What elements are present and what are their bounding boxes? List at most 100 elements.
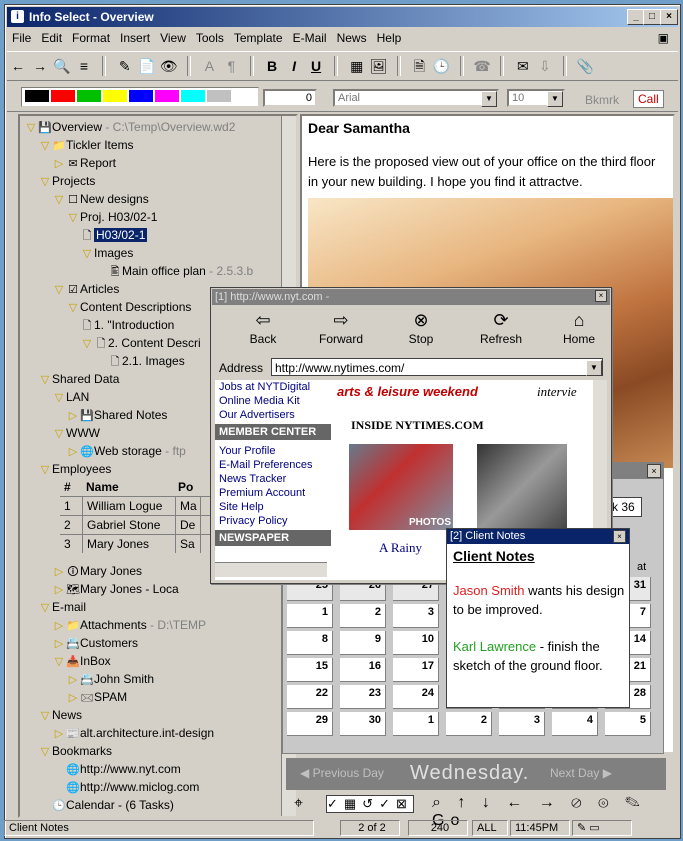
stop-button[interactable]: ⊗ Stop (391, 310, 451, 346)
art-photo[interactable] (477, 444, 567, 530)
link-privacy[interactable]: Privacy Policy (219, 514, 331, 528)
tree-item[interactable]: ▷ 🌐Web storage - ftp (66, 442, 186, 460)
calendar-day[interactable]: 5 (605, 712, 651, 736)
expand-icon[interactable]: ▽ (38, 707, 52, 725)
tree-item[interactable]: ▽ WWW (52, 424, 100, 442)
tree-item[interactable]: ▷ 📁Attachments - D:\TEMP (52, 616, 206, 634)
app-icon[interactable]: i (11, 10, 24, 23)
expand-icon[interactable]: ▽ (66, 209, 80, 227)
link-profile[interactable]: Your Profile (219, 444, 331, 458)
tree-item[interactable]: ▽ Shared Data (38, 370, 120, 388)
color-swatch[interactable] (103, 90, 127, 102)
expand-icon[interactable]: ▽ (52, 425, 66, 443)
tree-item[interactable]: ▽ Employees (38, 460, 112, 479)
calendar-day[interactable]: 23 (340, 685, 386, 709)
zoom-box[interactable]: 0 (263, 89, 317, 107)
expand-icon[interactable]: ▷ (66, 443, 80, 461)
phone-icon[interactable]: ☎ (471, 55, 493, 77)
tab-bookmark[interactable]: Bkmrk (585, 93, 619, 107)
chevron-down-icon[interactable]: ▼ (547, 91, 563, 107)
expand-icon[interactable]: ▽ (38, 173, 52, 191)
bold-icon[interactable]: B (261, 55, 283, 77)
expand-icon[interactable]: ▽ (80, 335, 94, 353)
expand-icon[interactable]: ▽ (52, 191, 66, 209)
menu-tools[interactable]: Tools (191, 29, 229, 45)
calendar-day[interactable]: 1 (287, 604, 333, 628)
expand-icon[interactable]: ▽ (52, 281, 66, 299)
expand-icon[interactable]: ▷ (66, 689, 80, 707)
expand-icon[interactable]: ▽ (38, 599, 52, 617)
chevron-down-icon[interactable]: ▼ (586, 360, 602, 376)
expand-icon[interactable]: ▷ (52, 155, 66, 173)
link-premium[interactable]: Premium Account (219, 486, 331, 500)
calendar-day[interactable]: 10 (393, 631, 439, 655)
tree-item[interactable]: 🌐http://www.nyt.com (52, 760, 181, 778)
next-day-button[interactable]: Next Day ▶ (550, 766, 612, 780)
client-notes-window[interactable]: [2] Client Notes × Client Notes Jason Sm… (446, 528, 630, 708)
expand-icon[interactable]: ▷ (52, 725, 66, 743)
tree-item[interactable]: ▽ 📥InBox (52, 652, 111, 670)
tree-item[interactable]: ▽ Bookmarks (38, 742, 112, 760)
font-select[interactable]: Arial ▼ (333, 89, 499, 107)
restore-doc-icon[interactable]: ▣ (653, 29, 674, 45)
calendar-day[interactable]: 24 (393, 685, 439, 709)
menu-file[interactable]: File (7, 29, 36, 45)
calendar-day[interactable]: 3 (393, 604, 439, 628)
menu-email[interactable]: E-Mail (288, 29, 332, 45)
menu-template[interactable]: Template (229, 29, 288, 45)
link-site-help[interactable]: Site Help (219, 500, 331, 514)
calendar-day[interactable]: 1 (393, 712, 439, 736)
calendar-day[interactable]: 29 (287, 712, 333, 736)
tree-item[interactable]: 🕒Calendar - (6 Tasks) (38, 796, 174, 814)
tree-item[interactable]: ▽ ☑ Articles (52, 280, 120, 299)
menu-format[interactable]: Format (67, 29, 115, 45)
tree-item[interactable]: ▷ 📰alt.architecture.int-design (52, 724, 214, 742)
rainy-photo[interactable]: PHOTOS (349, 444, 453, 530)
expand-icon[interactable]: ▽ (38, 743, 52, 761)
link-news-tracker[interactable]: News Tracker (219, 472, 331, 486)
close-icon[interactable]: × (613, 530, 626, 543)
tab-call[interactable]: Call (633, 90, 664, 108)
chevron-down-icon[interactable]: ▼ (481, 91, 497, 107)
italic-icon[interactable]: I (283, 55, 305, 77)
color-swatch[interactable] (77, 90, 101, 102)
expand-icon[interactable]: ▷ (52, 617, 66, 635)
expand-icon[interactable]: ▽ (38, 461, 52, 479)
menu-view[interactable]: View (155, 29, 191, 45)
calendar-day[interactable]: 30 (340, 712, 386, 736)
tree-item[interactable]: ▽ Images (80, 244, 134, 262)
maximize-button[interactable]: □ (643, 9, 661, 25)
calendar-day[interactable]: 22 (287, 685, 333, 709)
expand-icon[interactable]: ▽ (38, 137, 52, 155)
forward-arrow-icon[interactable]: → (29, 55, 51, 77)
search-icon[interactable]: 🔍 (51, 55, 73, 77)
color-swatch[interactable] (129, 90, 153, 102)
tree-item[interactable]: ▷ 🗺Mary Jones - Loca (52, 580, 179, 598)
calendar-day[interactable]: 9 (340, 631, 386, 655)
menu-help[interactable]: Help (372, 29, 407, 45)
color-swatch[interactable] (51, 90, 75, 102)
menu-news[interactable]: News (332, 29, 372, 45)
clock-icon[interactable]: 🕒 (430, 55, 452, 77)
tree-item[interactable]: ▽ Projects (38, 172, 96, 191)
list-icon[interactable]: ≡ (73, 55, 95, 77)
home-button[interactable]: ⌂ Home (549, 310, 609, 346)
underline-icon[interactable]: U (305, 55, 327, 77)
address-input[interactable]: http://www.nytimes.com/ ▼ (271, 358, 603, 376)
tree-item[interactable]: ▷ ✉ Report (52, 154, 116, 172)
tree-item[interactable]: 🗋 2.1. Images (94, 352, 185, 370)
tree-item[interactable]: ▽ 🗋 2. Content Descri (80, 334, 201, 352)
calendar-day[interactable]: 16 (340, 658, 386, 682)
tree-item[interactable]: ▷ 📇John Smith (66, 670, 154, 688)
email-icon[interactable]: ✉ (512, 55, 534, 77)
calendar-day[interactable]: 2 (340, 604, 386, 628)
calendar-day[interactable]: 2 (446, 712, 492, 736)
pointer-icon[interactable]: ⌖ (294, 795, 309, 813)
paragraph-icon[interactable]: ¶ (220, 55, 242, 77)
check-tools-icon[interactable]: ✓▦↺✓⊠ (326, 795, 414, 813)
paperclip-icon[interactable]: 📎 (575, 55, 597, 77)
calendar-day[interactable]: 8 (287, 631, 333, 655)
previous-day-button[interactable]: ◀ Previous Day (300, 766, 384, 780)
receive-icon[interactable]: ⇩ (534, 55, 556, 77)
tree-item[interactable]: 🗋 H03/02-1 (66, 226, 148, 244)
